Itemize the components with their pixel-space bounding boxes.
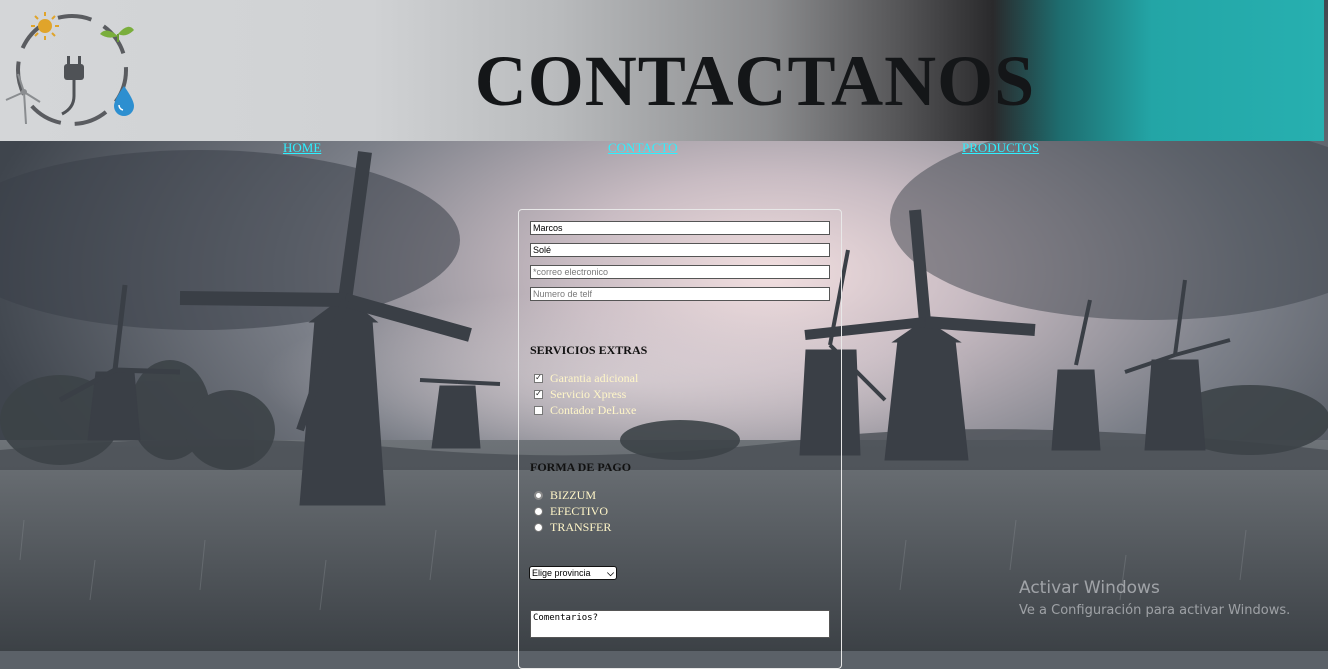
water-drop-icon — [114, 86, 134, 116]
nav-link-home[interactable]: HOME — [283, 140, 321, 156]
wind-turbine-icon — [5, 73, 41, 125]
sun-icon — [31, 12, 59, 40]
payment-option-label: BIZZUM — [550, 487, 596, 502]
payment-option-label: EFECTIVO — [550, 503, 608, 518]
extras-heading: SERVICIOS EXTRAS — [530, 343, 648, 357]
comments-textarea[interactable]: Comentarios? — [530, 610, 830, 638]
eco-energy-logo — [5, 12, 134, 126]
nav-link-products[interactable]: PRODUCTOS — [962, 140, 1039, 156]
radio-button[interactable] — [534, 490, 543, 500]
header-banner: CONTACTANOS — [0, 0, 1324, 141]
phone-input[interactable] — [530, 287, 830, 301]
plug-icon — [61, 56, 84, 116]
payment-heading: FORMA DE PAGO — [530, 460, 632, 474]
radio-button[interactable] — [534, 522, 543, 532]
province-select[interactable]: Elige provincia ⌵ — [529, 566, 617, 580]
chevron-down-icon: ⌵ — [607, 567, 614, 578]
province-select-value: Elige provincia — [532, 568, 591, 578]
page-title: CONTACTANOS — [474, 41, 1036, 121]
payment-option-bizzum[interactable]: BIZZUM — [532, 488, 596, 502]
checkbox[interactable] — [534, 405, 543, 415]
last-name-input[interactable] — [530, 243, 830, 257]
nav-link-contact[interactable]: CONTACTO — [608, 140, 678, 156]
extra-option-xpress[interactable]: ✓ Servicio Xpress — [532, 387, 626, 401]
extra-option-deluxe[interactable]: Contador DeLuxe — [532, 403, 636, 417]
check-icon: ✓ — [535, 373, 542, 382]
radio-button[interactable] — [534, 506, 543, 516]
activation-watermark-title: Activar Windows — [1019, 578, 1160, 598]
extra-option-label: Garantia adicional — [550, 370, 639, 385]
extra-option-label: Contador DeLuxe — [550, 402, 637, 417]
email-input[interactable] — [530, 265, 830, 279]
first-name-input[interactable] — [530, 221, 830, 235]
payment-option-transfer[interactable]: TRANSFER — [532, 520, 611, 534]
checkbox[interactable]: ✓ — [534, 373, 543, 383]
payment-option-label: TRANSFER — [550, 519, 612, 534]
check-icon: ✓ — [535, 389, 542, 398]
extra-option-label: Servicio Xpress — [550, 386, 627, 401]
checkbox[interactable]: ✓ — [534, 389, 543, 399]
activation-watermark-subtitle: Ve a Configuración para activar Windows. — [1019, 603, 1291, 618]
extra-option-guarantee[interactable]: ✓ Garantia adicional — [532, 371, 638, 385]
payment-option-efectivo[interactable]: EFECTIVO — [532, 504, 608, 518]
